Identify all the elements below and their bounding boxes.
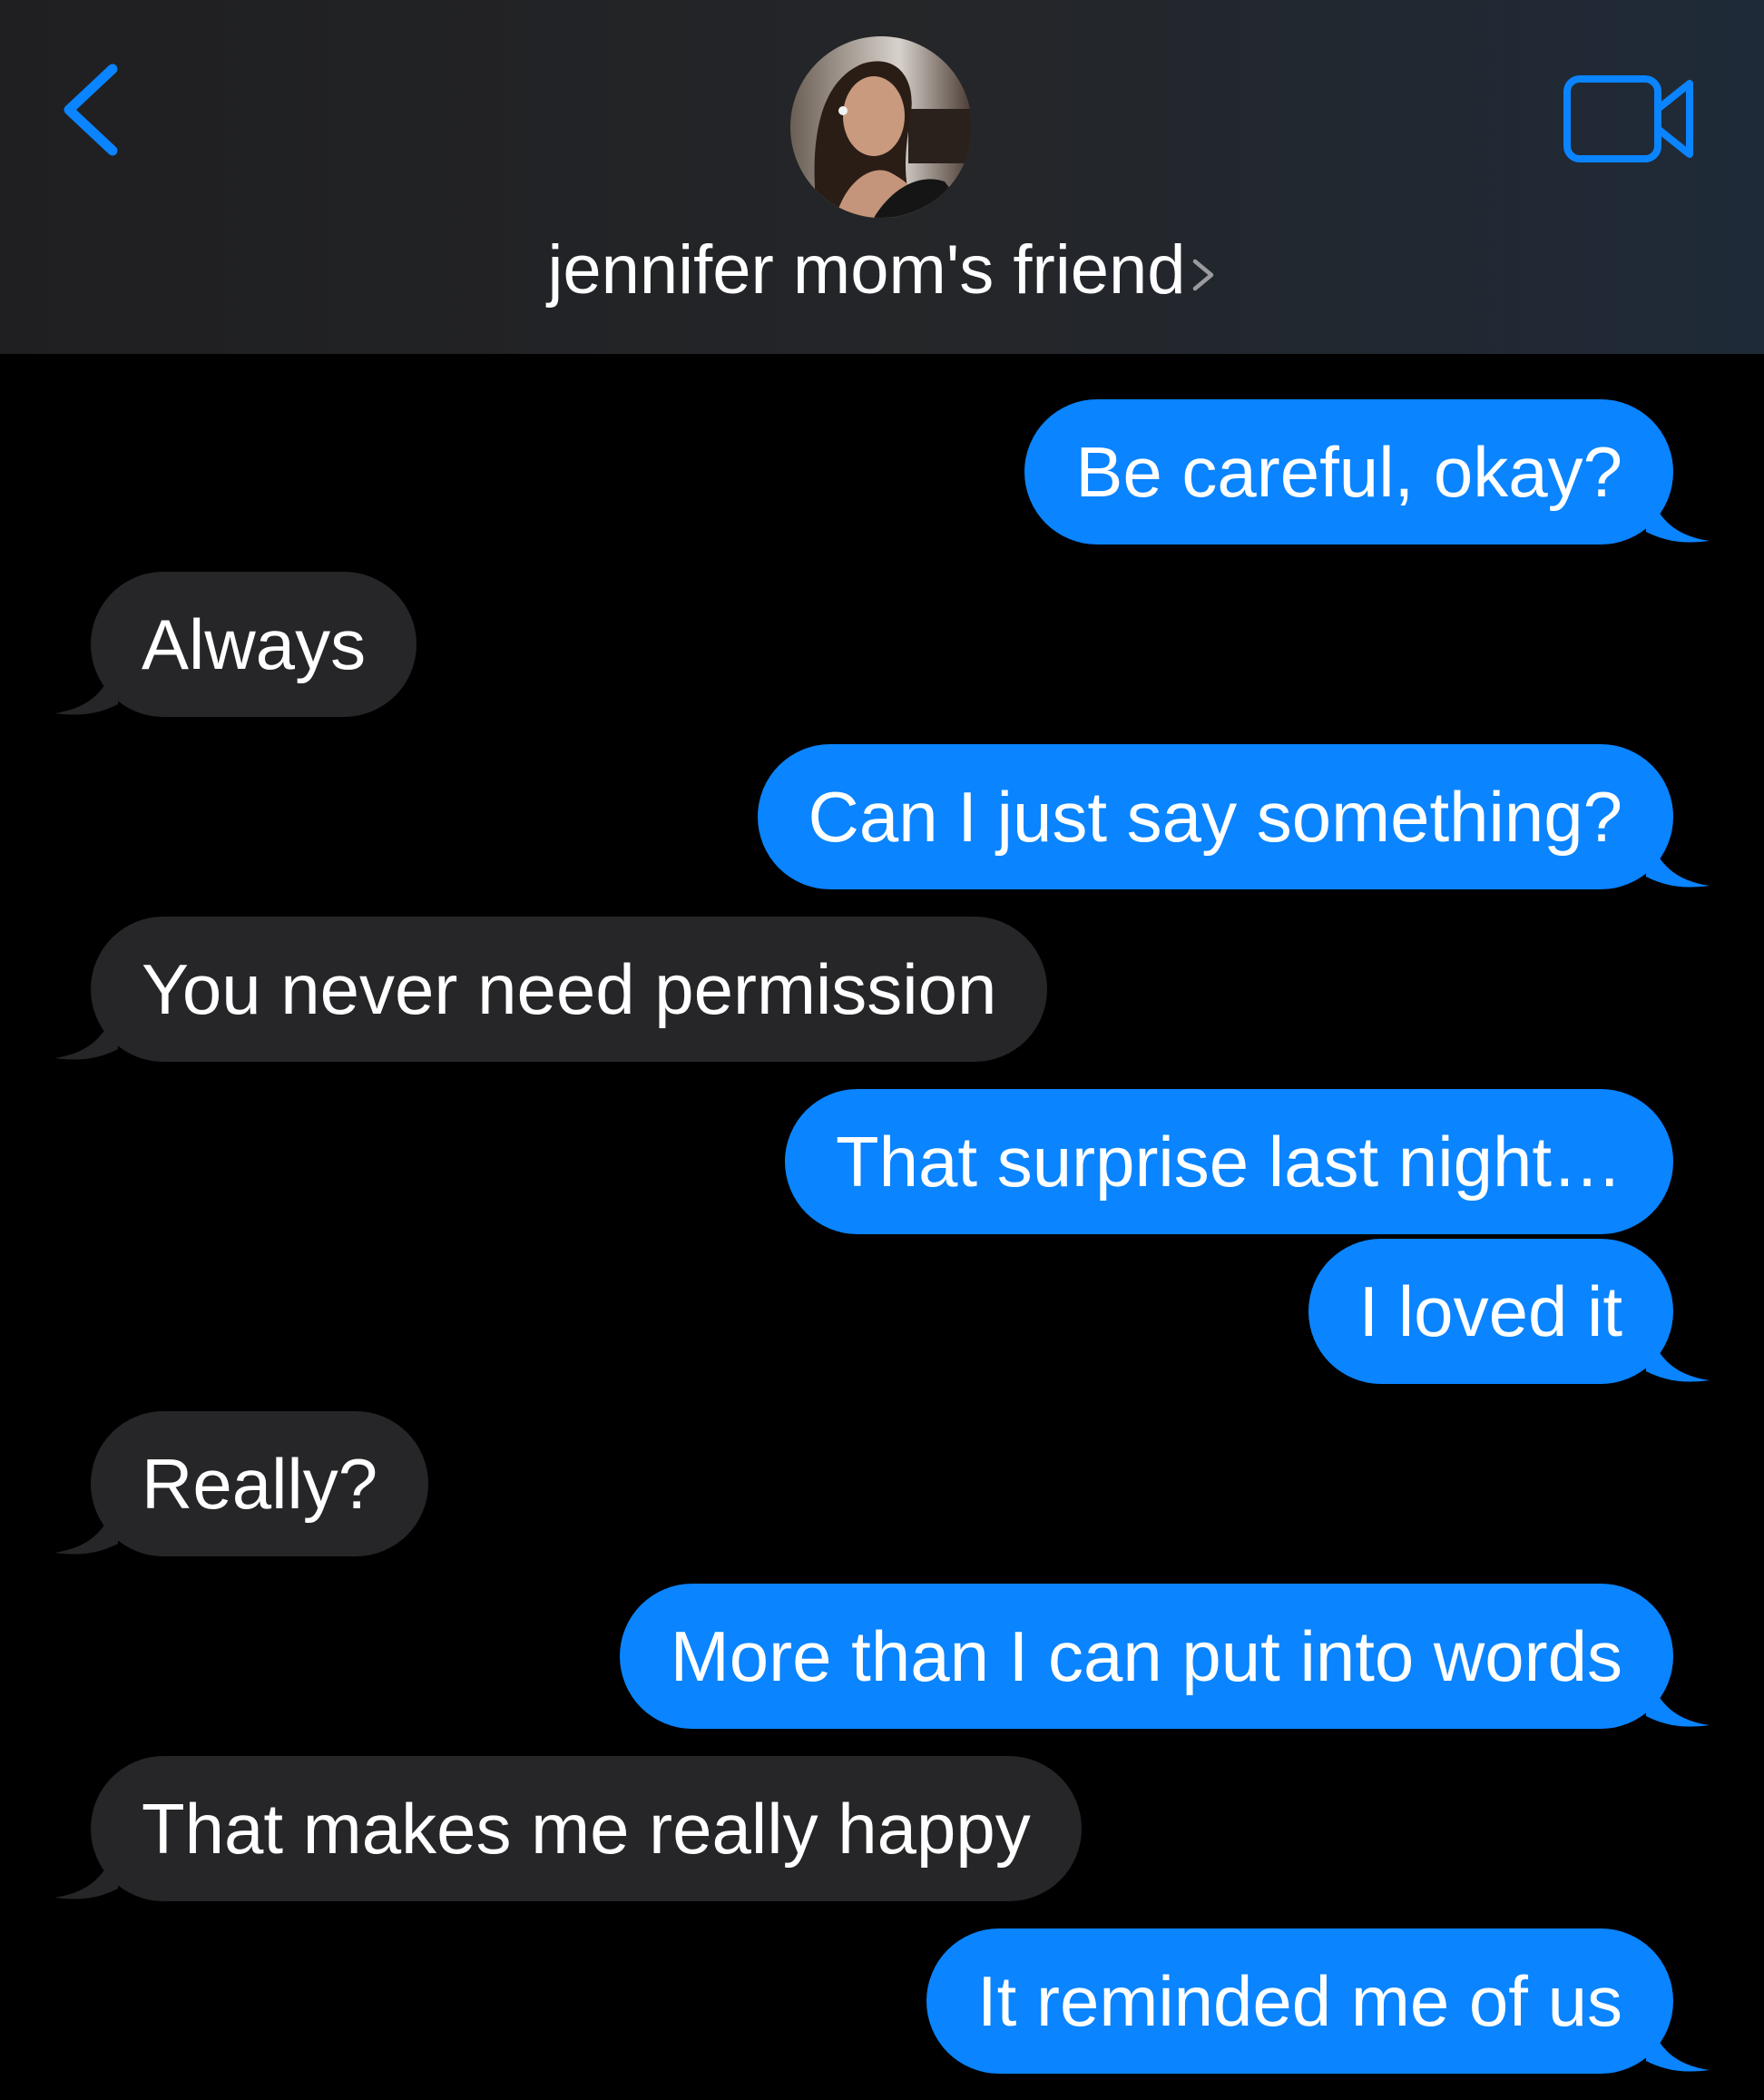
contact-name-button[interactable]: jennifer mom's friend	[0, 225, 1764, 320]
message-text: More than I can put into words	[670, 1616, 1622, 1696]
back-button[interactable]	[56, 60, 129, 160]
video-camera-icon	[1563, 75, 1693, 162]
bubble-tail	[54, 1493, 118, 1555]
bubble-tail	[1646, 481, 1710, 543]
bubble-tail	[1646, 1320, 1710, 1382]
message-text: That makes me really happy	[142, 1789, 1031, 1869]
message-bubble-outgoing[interactable]: Be careful, okay?	[1024, 399, 1710, 545]
message-text: That surprise last night…	[835, 1122, 1622, 1202]
message-text: It reminded me of us	[977, 1961, 1622, 2041]
message-bubble-incoming[interactable]: Always	[54, 572, 417, 717]
chevron-left-icon	[64, 64, 118, 156]
contact-name: jennifer mom's friend	[547, 231, 1186, 309]
avatar-photo	[790, 36, 972, 218]
chevron-right-icon	[1190, 230, 1217, 320]
message-text: Be careful, okay?	[1075, 432, 1622, 512]
message-bubble-outgoing[interactable]: That surprise last night…	[784, 1089, 1673, 1234]
message-bubble-incoming[interactable]: You never need permission	[54, 917, 1048, 1062]
message-bubble-outgoing[interactable]: More than I can put into words	[619, 1584, 1710, 1729]
message-text: I loved it	[1358, 1271, 1622, 1351]
message-bubble-outgoing[interactable]: Can I just say something?	[757, 744, 1710, 889]
bubble-tail	[54, 653, 118, 715]
message-bubble-outgoing[interactable]: I loved it	[1308, 1239, 1710, 1384]
message-text: Really?	[142, 1444, 378, 1524]
bubble-tail	[1646, 2010, 1710, 2072]
bubble-tail	[1646, 826, 1710, 888]
message-text: Can I just say something?	[808, 777, 1622, 857]
message-bubble-outgoing[interactable]: It reminded me of us	[926, 1928, 1710, 2074]
message-bubble-incoming[interactable]: Really?	[54, 1411, 429, 1556]
video-call-button[interactable]	[1563, 74, 1697, 163]
bubble-tail	[54, 998, 118, 1060]
message-text: You never need permission	[142, 949, 997, 1029]
bubble-tail	[54, 1838, 118, 1899]
conversation-header: jennifer mom's friend	[0, 0, 1764, 354]
bubble-tail	[1646, 1665, 1710, 1727]
message-text: Always	[142, 604, 367, 684]
contact-avatar[interactable]	[790, 36, 972, 218]
message-bubble-incoming[interactable]: That makes me really happy	[54, 1756, 1082, 1901]
